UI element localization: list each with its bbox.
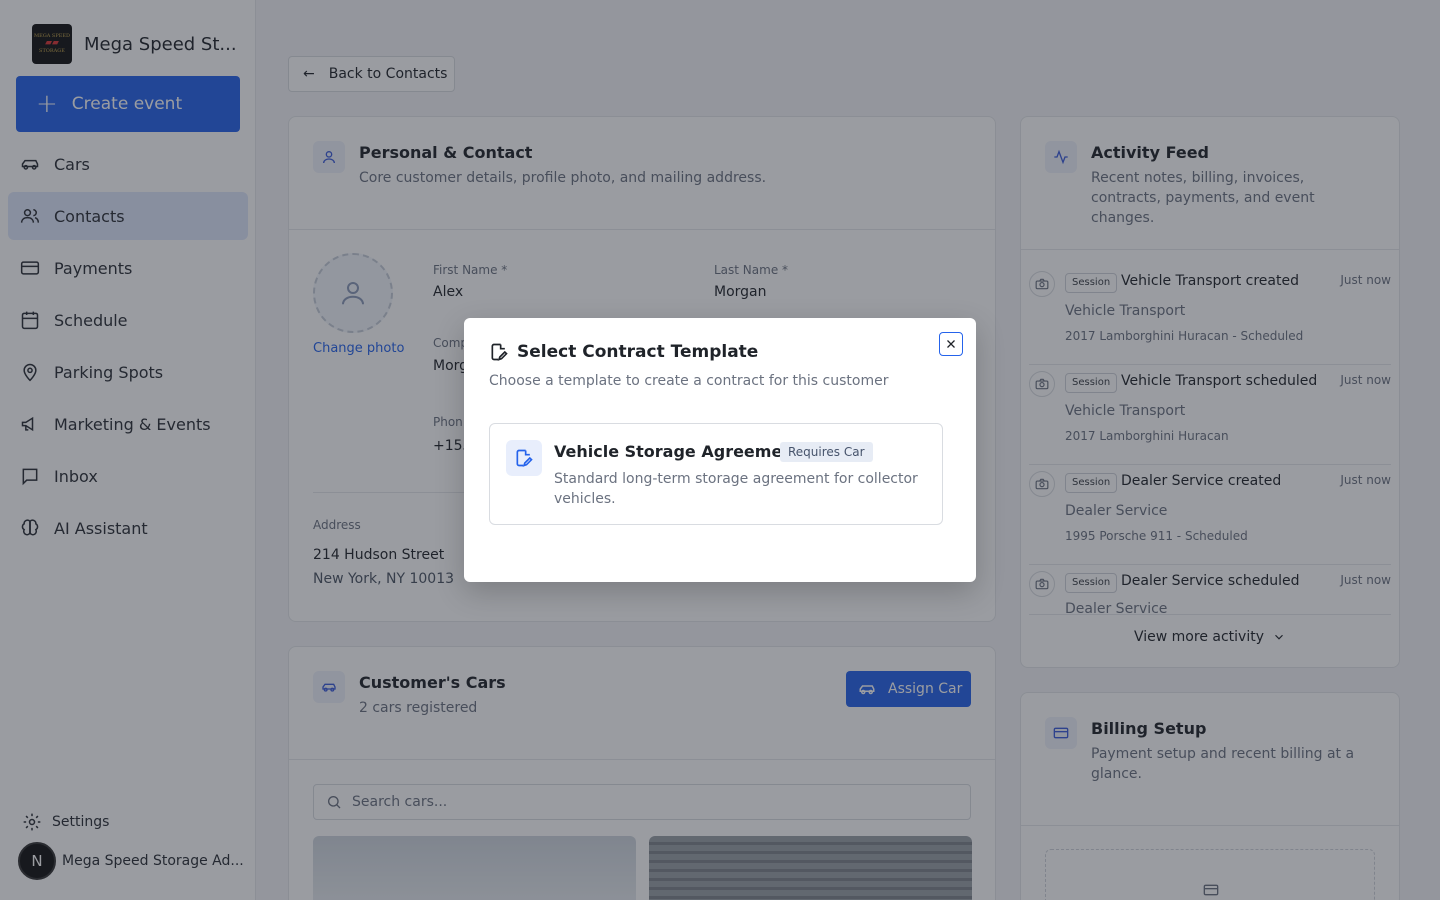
modal-title-text: Select Contract Template xyxy=(517,342,759,362)
close-button[interactable] xyxy=(939,332,963,356)
select-contract-template-modal: Select Contract Template Choose a templa… xyxy=(464,318,976,582)
file-edit-icon xyxy=(506,440,542,476)
template-title: Vehicle Storage Agreement xyxy=(554,442,802,461)
template-vehicle-storage-agreement[interactable]: Vehicle Storage Agreement Requires Car S… xyxy=(489,423,943,525)
modal-title: Select Contract Template xyxy=(489,342,758,362)
file-edit-icon xyxy=(491,343,508,361)
close-icon xyxy=(947,340,955,348)
template-description: Standard long-term storage agreement for… xyxy=(554,471,918,507)
modal-subtitle: Choose a template to create a contract f… xyxy=(489,373,889,389)
requires-car-badge: Requires Car xyxy=(780,442,873,462)
